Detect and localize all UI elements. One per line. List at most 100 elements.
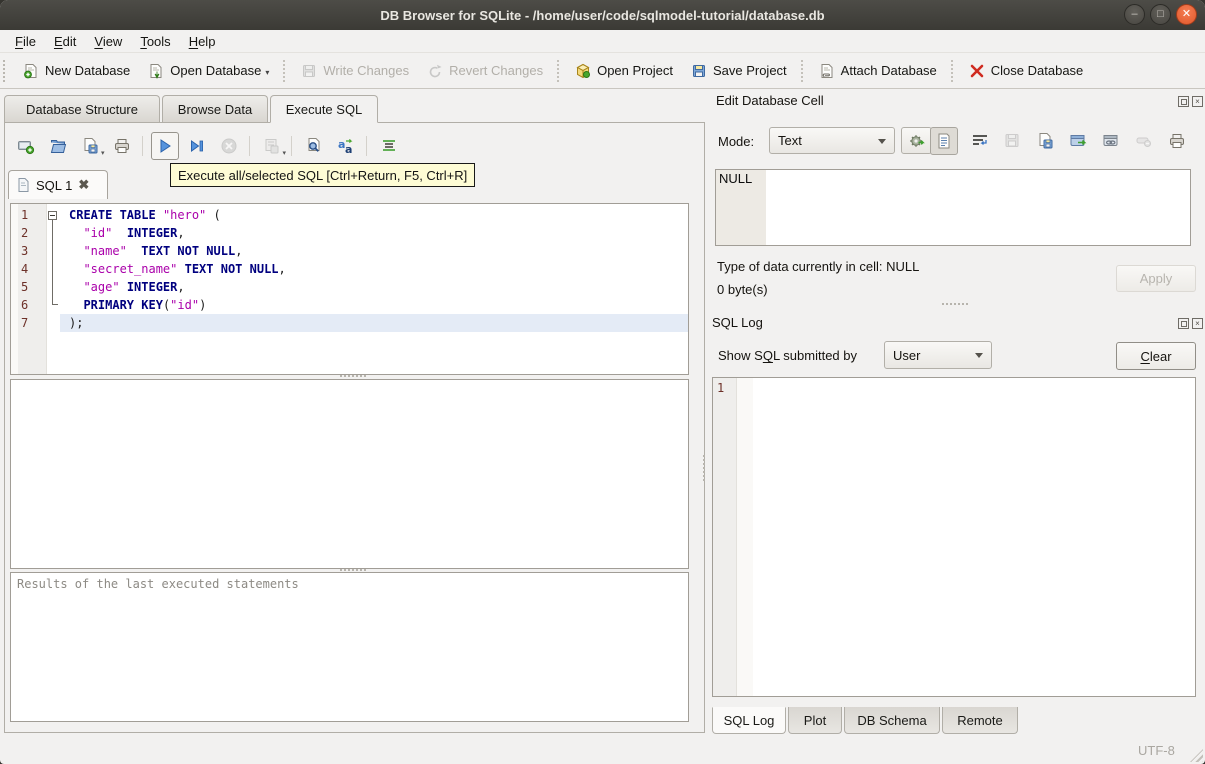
mode-select-value: Text: [778, 133, 802, 148]
execute-sql-tooltip: Execute all/selected SQL [Ctrl+Return, F…: [170, 163, 476, 187]
revert-changes-button: Revert Changes: [418, 59, 552, 83]
replace-button[interactable]: aa: [332, 132, 360, 160]
dock-tab-remote[interactable]: Remote: [942, 707, 1018, 734]
write-changes-icon: [301, 63, 317, 79]
close-database-button[interactable]: Close Database: [960, 59, 1093, 83]
cell-type-info: Type of data currently in cell: NULL: [717, 259, 920, 274]
results-message-splitter[interactable]: [340, 569, 366, 571]
format-sql-button[interactable]: [375, 132, 403, 160]
open-database-dropdown-caret[interactable]: ▾: [265, 68, 269, 79]
export-data-icon[interactable]: [1068, 131, 1088, 151]
editor-results-splitter[interactable]: [340, 375, 366, 377]
sql-log-view[interactable]: 1: [712, 377, 1196, 697]
sql-editor[interactable]: 1 CREATE TABLE "hero" ( 2 "id" INTEGER, 3…: [10, 203, 689, 375]
new-sql-tab-button[interactable]: [12, 132, 40, 160]
close-panel-icon[interactable]: ×: [1192, 96, 1203, 107]
apply-button: Apply: [1116, 265, 1196, 292]
execute-current-line-button[interactable]: [183, 132, 211, 160]
save-results-dropdown-caret: ▾: [282, 150, 287, 157]
sql-toolbar: ▾ ▾ aa: [12, 129, 407, 163]
cell-value-editor[interactable]: NULL: [715, 169, 1191, 246]
menu-file[interactable]: File: [6, 32, 45, 51]
open-database-button[interactable]: Open Database ▾: [139, 59, 278, 83]
attach-database-icon: [819, 63, 835, 79]
new-database-button[interactable]: New Database: [14, 59, 139, 83]
editor-line[interactable]: 1 CREATE TABLE "hero" (: [11, 206, 688, 224]
text-mode-button[interactable]: [930, 127, 958, 155]
minimize-button[interactable]: –: [1124, 4, 1145, 25]
open-url-icon[interactable]: [1101, 131, 1121, 151]
sql-toolbar-separator: [366, 136, 369, 156]
dock-tab-db-schema[interactable]: DB Schema: [844, 707, 940, 734]
clear-log-button[interactable]: Clear: [1116, 342, 1196, 370]
attach-database-button[interactable]: Attach Database: [810, 59, 946, 83]
sql-file-icon: [17, 178, 30, 192]
execute-all-button[interactable]: [150, 132, 179, 160]
close-button[interactable]: ✕: [1176, 4, 1197, 25]
word-wrap-icon[interactable]: [970, 131, 990, 151]
editor-line-current[interactable]: 7);: [11, 314, 688, 332]
save-sql-dropdown-caret[interactable]: ▾: [101, 149, 105, 157]
tab-execute-sql[interactable]: Execute SQL: [270, 95, 378, 123]
float-panel-icon[interactable]: [1178, 318, 1189, 329]
dock-tab-plot[interactable]: Plot: [788, 707, 842, 734]
log-line-number: 1: [717, 381, 725, 395]
menu-help[interactable]: Help: [180, 32, 225, 51]
fold-guide-end: [53, 304, 58, 305]
toolbar-drag-handle[interactable]: [3, 59, 10, 82]
main-tab-bar: Database Structure Browse Data Execute S…: [4, 95, 380, 123]
toolbar-separator: [950, 59, 955, 82]
cell-log-splitter[interactable]: [942, 303, 968, 305]
tab-database-structure[interactable]: Database Structure: [4, 95, 160, 122]
print-sql-button[interactable]: [108, 132, 136, 160]
editor-line[interactable]: 4 "secret_name" TEXT NOT NULL,: [11, 260, 688, 278]
open-database-icon: [148, 63, 164, 79]
save-results-button: [258, 132, 286, 160]
auto-apply-button[interactable]: [901, 127, 932, 154]
fold-guide-line: [52, 220, 53, 305]
save-sql-file-icon: [81, 137, 99, 155]
toolbar-separator: [800, 59, 805, 82]
editor-line[interactable]: 2 "id" INTEGER,: [11, 224, 688, 242]
import-data-icon[interactable]: [1035, 131, 1055, 151]
submitted-by-select[interactable]: User: [884, 341, 992, 369]
log-fold-margin: [737, 378, 753, 696]
text-document-icon: [936, 133, 952, 149]
encoding-indicator[interactable]: UTF-8: [1138, 743, 1175, 758]
resize-grip[interactable]: [1190, 749, 1203, 762]
revert-changes-icon: [427, 63, 443, 79]
execute-current-line-icon: [188, 137, 206, 155]
save-sql-file-button[interactable]: [76, 132, 104, 160]
open-project-button[interactable]: Open Project: [566, 59, 682, 83]
tab-browse-data[interactable]: Browse Data: [162, 95, 268, 122]
results-grid[interactable]: [10, 379, 689, 569]
mode-select[interactable]: Text: [769, 127, 895, 154]
results-message-area[interactable]: Results of the last executed statements: [10, 572, 689, 722]
editor-line[interactable]: 3 "name" TEXT NOT NULL,: [11, 242, 688, 260]
close-sql-tab-icon[interactable]: ✖: [78, 177, 89, 193]
find-button[interactable]: [300, 132, 328, 160]
menu-edit[interactable]: Edit: [45, 32, 85, 51]
edit-cell-panel-title: Edit Database Cell: [716, 93, 824, 108]
submitted-by-value: User: [893, 347, 921, 363]
results-placeholder-text: Results of the last executed statements: [17, 577, 299, 591]
save-cell-icon: [1002, 131, 1022, 151]
open-sql-file-button[interactable]: [44, 132, 72, 160]
menu-tools[interactable]: Tools: [131, 32, 179, 51]
panes-vertical-splitter[interactable]: [703, 455, 705, 481]
float-panel-icon[interactable]: [1178, 96, 1189, 107]
print-cell-icon[interactable]: [1167, 131, 1187, 151]
save-project-button[interactable]: Save Project: [682, 59, 796, 83]
fold-collapse-icon[interactable]: [48, 211, 57, 220]
write-changes-button: Write Changes: [292, 59, 418, 83]
menu-view[interactable]: View: [85, 32, 131, 51]
editor-line[interactable]: 6 PRIMARY KEY("id"): [11, 296, 688, 314]
save-results-icon: [263, 137, 281, 155]
editor-line[interactable]: 5 "age" INTEGER,: [11, 278, 688, 296]
maximize-button[interactable]: □: [1150, 4, 1171, 25]
sql-editor-tab[interactable]: SQL 1 ✖: [8, 170, 108, 199]
dock-tab-sql-log[interactable]: SQL Log: [712, 707, 786, 734]
title-bar[interactable]: DB Browser for SQLite - /home/user/code/…: [0, 0, 1205, 31]
close-panel-icon[interactable]: ×: [1192, 318, 1203, 329]
main-toolbar: New Database Open Database ▾ Write Chang…: [0, 53, 1205, 89]
